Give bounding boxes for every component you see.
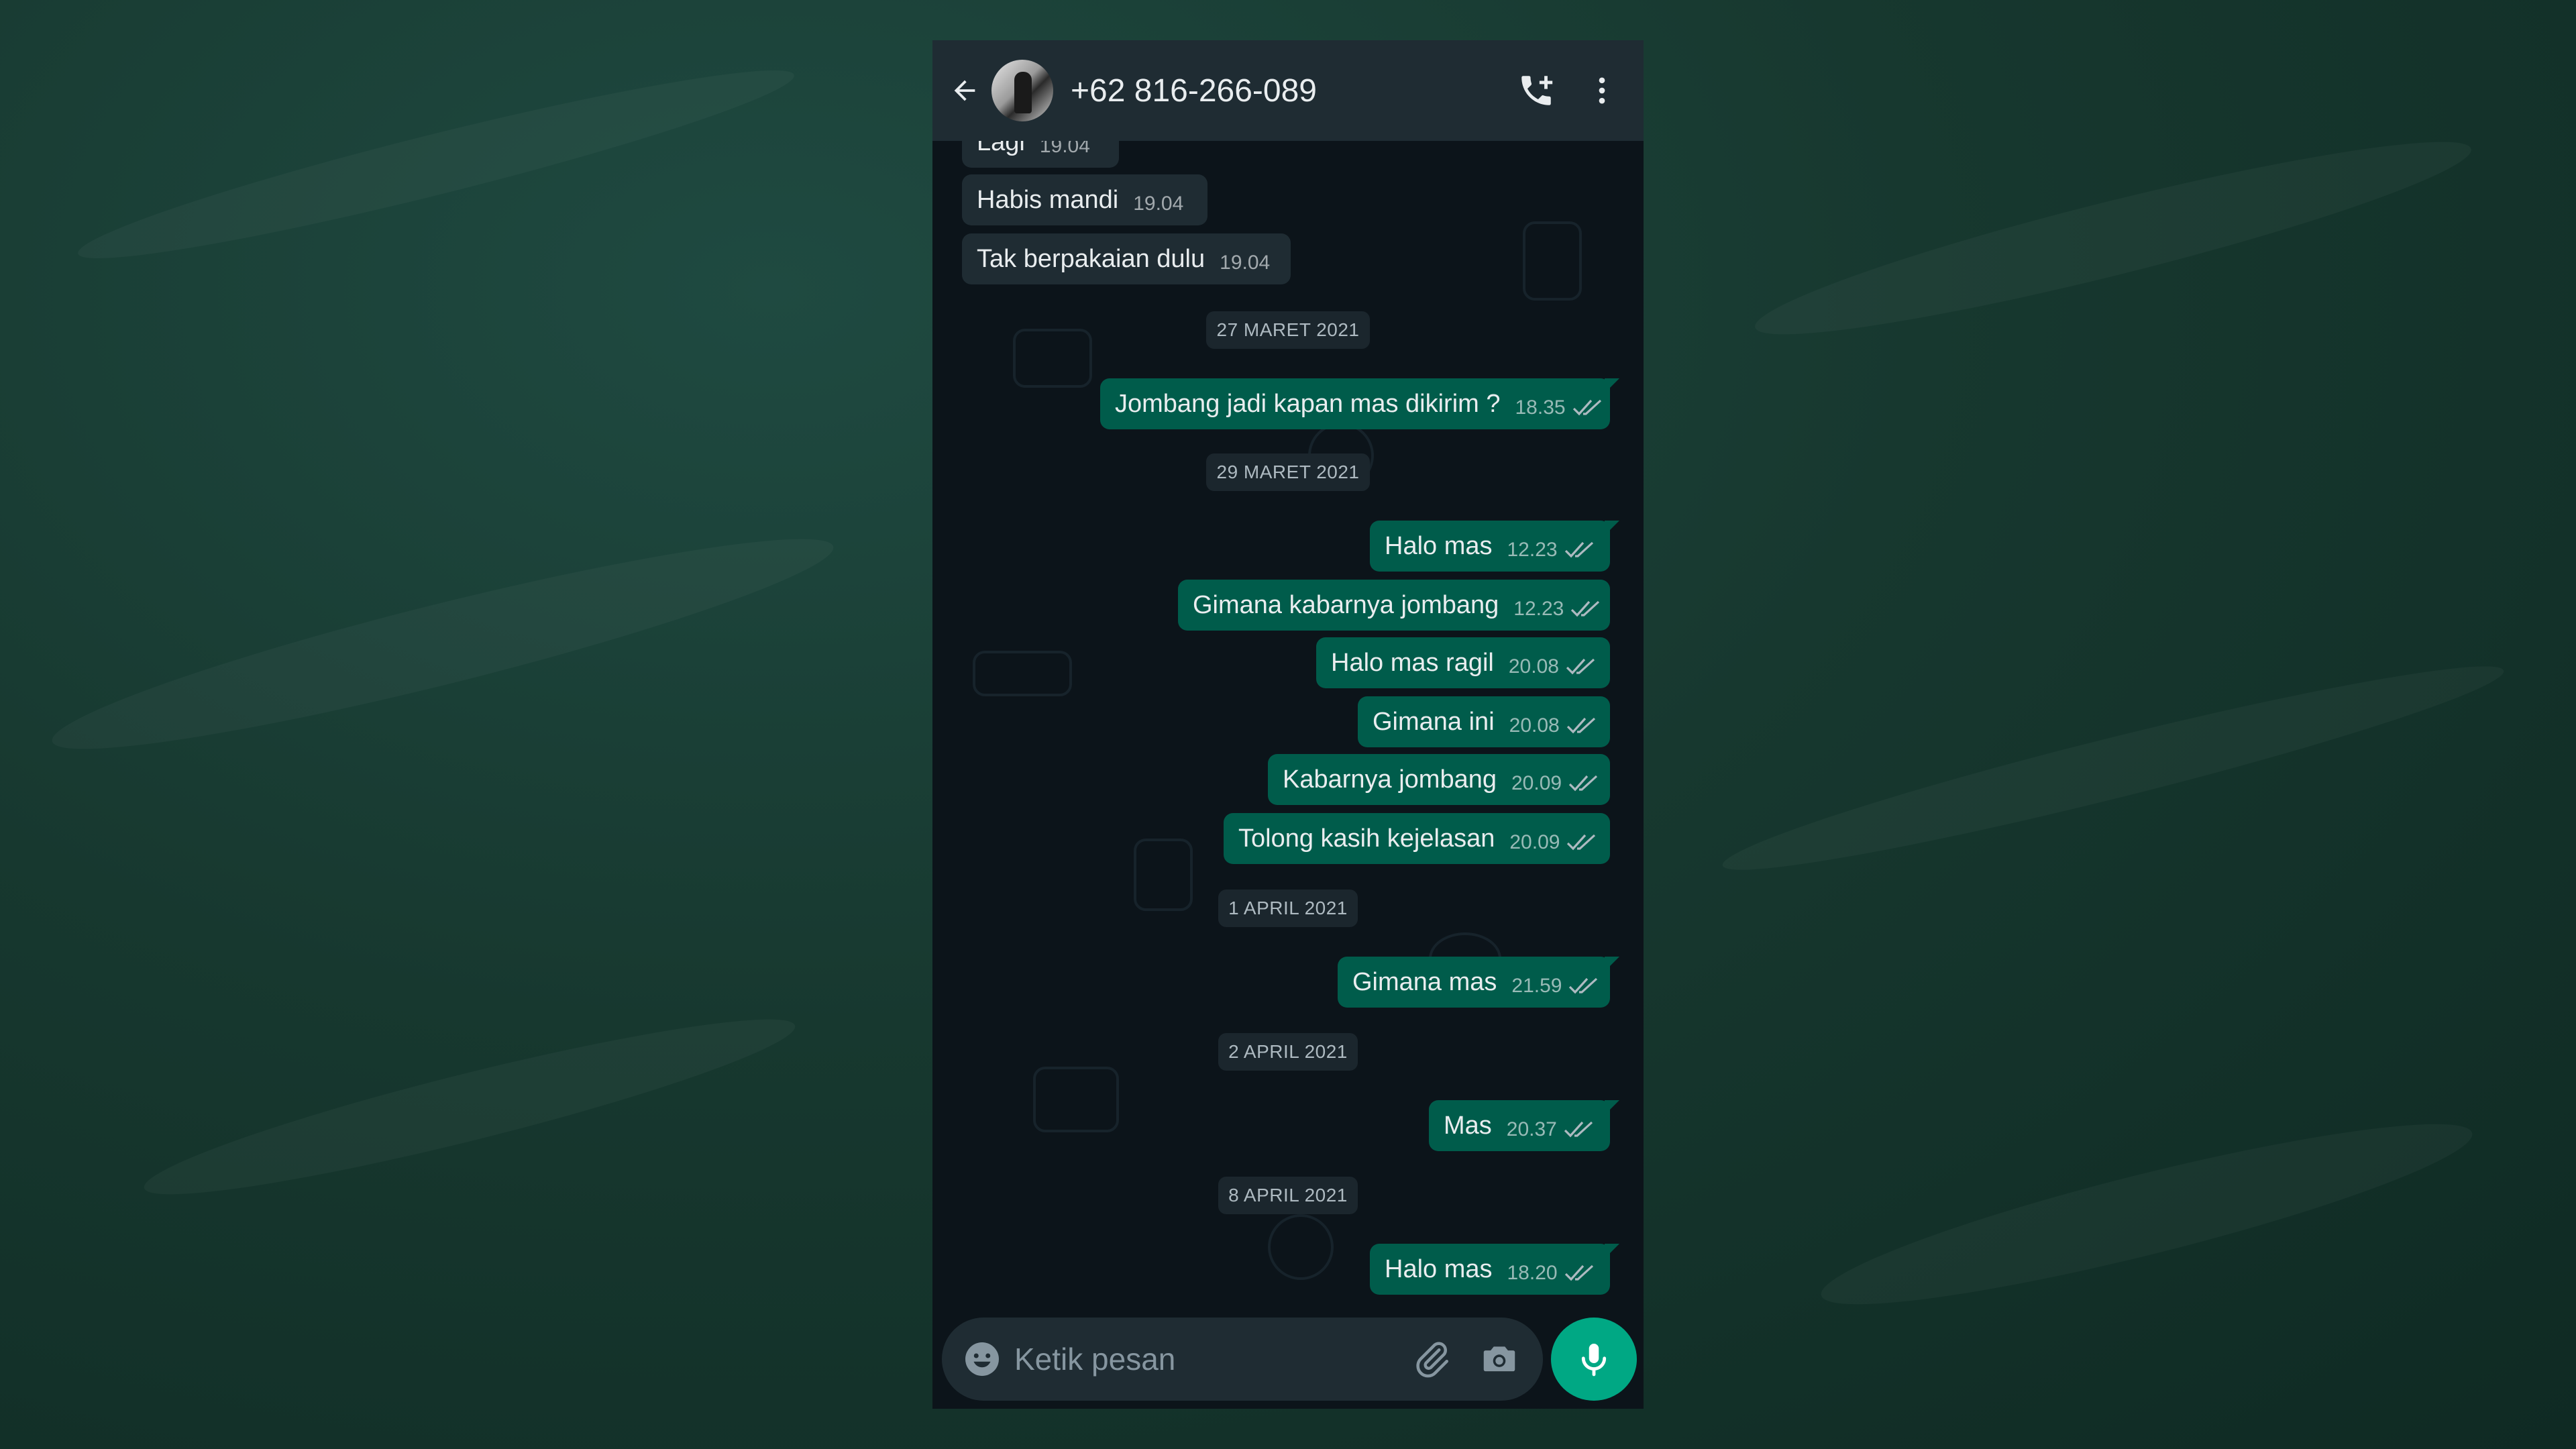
message-bubble-outgoing[interactable]: Mas 20.37 <box>1429 1100 1619 1151</box>
double-check-icon <box>1566 650 1597 676</box>
background-streak <box>1811 1094 2481 1334</box>
chat-header: +62 816-266-089 <box>932 40 1644 141</box>
voice-record-button[interactable] <box>1551 1318 1637 1401</box>
more-vertical-icon <box>1599 77 1605 104</box>
date-separator: 2 APRIL 2021 <box>1218 1033 1358 1071</box>
message-bubble-outgoing[interactable]: Tolong kasih kejelasan 20.09 <box>1224 813 1610 864</box>
microphone-icon <box>1581 1344 1607 1377</box>
double-check-icon <box>1566 826 1597 851</box>
wallpaper-doodle <box>1134 839 1193 911</box>
message-text: Jombang jadi kapan mas dikirim ? <box>1115 389 1501 418</box>
message-text: Halo mas <box>1385 531 1493 560</box>
wallpaper-doodle <box>1033 1067 1119 1132</box>
background-streak <box>136 994 803 1221</box>
message-text: Habis mandi <box>977 185 1119 214</box>
emoji-button[interactable] <box>962 1339 1002 1379</box>
message-text: Halo mas ragil <box>1331 648 1494 677</box>
message-time: 21.59 <box>1511 975 1562 997</box>
message-text: Gimana kabarnya jombang <box>1193 590 1499 619</box>
menu-button[interactable] <box>1575 64 1629 117</box>
background-streak <box>42 508 843 781</box>
message-text: Lagi <box>977 141 1025 156</box>
double-check-icon <box>1564 1256 1595 1282</box>
message-composer: Ketik pesan <box>942 1318 1543 1401</box>
double-check-icon <box>1568 969 1599 995</box>
message-bubble-outgoing[interactable]: Jombang jadi kapan mas dikirim ? 18.35 <box>1100 378 1619 429</box>
add-call-button[interactable] <box>1509 64 1563 117</box>
phone-screen: +62 816-266-089 Lagi 19.04 Habis mandi 1… <box>932 40 1644 1409</box>
message-text: Mas <box>1444 1111 1492 1140</box>
message-text: Tolong kasih kejelasan <box>1238 824 1495 853</box>
message-bubble-incoming[interactable]: Lagi 19.04 <box>962 141 1119 168</box>
date-separator: 1 APRIL 2021 <box>1218 890 1358 927</box>
double-check-icon <box>1572 391 1603 417</box>
message-bubble-outgoing[interactable]: Halo mas 18.20 <box>1370 1244 1619 1295</box>
message-time: 18.20 <box>1507 1262 1558 1284</box>
background-streak <box>1715 641 2511 895</box>
message-bubble-outgoing[interactable]: Gimana ini 20.08 <box>1358 696 1610 747</box>
message-bubble-outgoing[interactable]: Kabarnya jombang 20.09 <box>1268 754 1610 805</box>
message-bubble-outgoing[interactable]: Halo mas 12.23 <box>1370 521 1619 572</box>
date-separator: 8 APRIL 2021 <box>1218 1177 1358 1214</box>
back-button[interactable] <box>943 69 986 112</box>
emoji-icon <box>965 1342 999 1376</box>
message-text: Tak berpakaian dulu <box>977 244 1205 273</box>
wallpaper-doodle <box>1268 1214 1334 1280</box>
message-text: Halo mas <box>1385 1254 1493 1283</box>
message-time: 18.35 <box>1515 396 1566 419</box>
camera-icon <box>1483 1346 1515 1372</box>
contact-name[interactable]: +62 816-266-089 <box>1071 72 1509 109</box>
wallpaper-doodle <box>973 651 1072 696</box>
message-bubble-incoming[interactable]: Tak berpakaian dulu 19.04 <box>962 233 1291 284</box>
message-time: 19.04 <box>1039 141 1090 157</box>
camera-button[interactable] <box>1479 1338 1520 1380</box>
message-time: 12.23 <box>1507 539 1558 561</box>
message-time: 20.37 <box>1506 1118 1557 1140</box>
wallpaper-doodle <box>1013 329 1092 388</box>
message-time: 20.09 <box>1509 831 1560 853</box>
wallpaper-doodle <box>1523 221 1582 301</box>
background-streak <box>70 46 801 282</box>
arrow-left-icon <box>954 80 975 101</box>
message-text: Gimana ini <box>1373 707 1495 736</box>
message-bubble-outgoing[interactable]: Gimana kabarnya jombang 12.23 <box>1178 580 1610 631</box>
message-time: 12.23 <box>1513 598 1564 620</box>
message-time: 20.09 <box>1511 772 1562 794</box>
message-time: 19.04 <box>1133 193 1184 215</box>
date-separator: 29 MARET 2021 <box>1206 453 1370 491</box>
avatar[interactable] <box>991 60 1053 121</box>
double-check-icon <box>1566 709 1597 735</box>
message-input[interactable]: Ketik pesan <box>1014 1341 1411 1377</box>
paperclip-icon <box>1416 1342 1448 1378</box>
message-time: 20.08 <box>1508 655 1559 678</box>
message-text: Kabarnya jombang <box>1283 765 1497 794</box>
double-check-icon <box>1564 533 1595 559</box>
message-bubble-outgoing[interactable]: Halo mas ragil 20.08 <box>1316 637 1610 688</box>
message-text: Gimana mas <box>1352 967 1497 996</box>
double-check-icon <box>1568 767 1599 792</box>
message-bubble-incoming[interactable]: Habis mandi 19.04 <box>962 174 1208 225</box>
double-check-icon <box>1570 592 1601 618</box>
background-streak <box>1746 113 2480 364</box>
message-time: 19.04 <box>1220 252 1271 274</box>
double-check-icon <box>1564 1113 1595 1138</box>
add-call-icon <box>1521 76 1553 105</box>
message-bubble-outgoing[interactable]: Gimana mas 21.59 <box>1338 957 1619 1008</box>
attach-button[interactable] <box>1411 1339 1452 1379</box>
chat-area[interactable]: Lagi 19.04 Habis mandi 19.04 Tak berpaka… <box>932 141 1644 1348</box>
date-separator: 27 MARET 2021 <box>1206 311 1370 349</box>
message-time: 20.08 <box>1509 714 1560 737</box>
